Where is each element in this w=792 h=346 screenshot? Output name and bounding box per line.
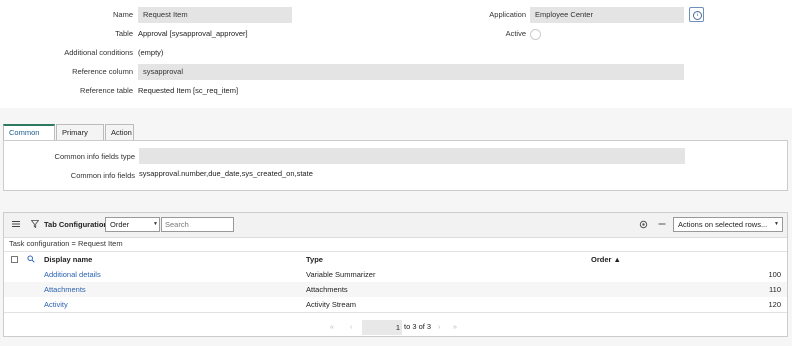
additional-conditions-value: (empty) [138, 48, 164, 57]
table-value: Approval [sysapproval_approver] [138, 29, 248, 38]
application-field[interactable]: Employee Center [530, 7, 684, 23]
row-order: 100 [768, 270, 781, 279]
column-header-order[interactable]: Order ▲ [591, 252, 621, 268]
search-input[interactable]: Search [161, 217, 234, 232]
active-label: Active [505, 29, 526, 38]
chevron-down-icon: ▼ [153, 221, 158, 227]
order-select[interactable]: Order ▼ [105, 217, 160, 232]
actions-select[interactable]: Actions on selected rows... ▼ [673, 217, 783, 232]
tab-common-info[interactable]: Common Info [3, 124, 55, 151]
common-info-fields-label: Common info fields [70, 171, 135, 180]
row-type: Attachments [306, 285, 348, 294]
reference-column-label: Reference column [72, 67, 133, 76]
common-info-fields-type-field[interactable] [139, 148, 685, 164]
list-title: Tab Configurations [44, 220, 113, 229]
active-toggle[interactable] [530, 29, 541, 40]
reference-table-label: Reference table [80, 86, 133, 95]
hamburger-icon[interactable] [12, 220, 20, 228]
table-row: Additional details Variable Summarizer 1… [4, 267, 787, 282]
search-icon[interactable] [27, 255, 35, 263]
page-range-text: to 3 of 3 [404, 322, 432, 331]
first-page-icon[interactable]: « [330, 323, 334, 333]
next-page-icon[interactable]: › [438, 323, 440, 333]
row-order: 110 [769, 285, 781, 294]
row-order: 120 [768, 300, 781, 309]
gear-icon[interactable] [639, 220, 648, 229]
table-row: Attachments Attachments 110 [4, 282, 787, 297]
reference-table-value: Requested Item [sc_req_item] [138, 86, 239, 95]
additional-conditions-label: Additional conditions [64, 48, 133, 57]
column-header-type[interactable]: Type [306, 252, 323, 268]
order-select-value: Order [110, 220, 130, 229]
reference-column-field[interactable]: sysapproval [138, 64, 684, 80]
minus-icon[interactable] [658, 220, 666, 228]
page-input[interactable]: 1 [362, 320, 402, 335]
common-info-fields-type-label: Common info fields type [54, 152, 135, 161]
actions-select-value: Actions on selected rows... [678, 220, 768, 229]
filter-icon[interactable] [31, 220, 39, 228]
row-display-name-link[interactable]: Activity [44, 297, 68, 312]
info-icon: i [693, 11, 702, 20]
common-info-panel: Common info fields type Common info fiel… [3, 140, 788, 191]
application-info-button[interactable]: i [689, 7, 704, 22]
name-field[interactable]: Request Item [138, 7, 292, 23]
column-header-display-name[interactable]: Display name [44, 252, 92, 268]
row-display-name-link[interactable]: Additional details [44, 267, 101, 282]
breadcrumb[interactable]: Task configuration = Request Item [9, 239, 123, 249]
select-all-checkbox[interactable] [11, 256, 18, 263]
list-header: Tab Configurations Order ▼ Search Action… [4, 213, 787, 238]
application-label: Application [489, 10, 526, 19]
table-row: Activity Activity Stream 120 [4, 297, 787, 313]
chevron-down-icon: ▼ [774, 221, 779, 227]
table-label: Table [115, 29, 133, 38]
row-display-name-link[interactable]: Attachments [44, 282, 86, 297]
name-label: Name [112, 10, 133, 19]
tab-primary-info[interactable]: Primary Info [56, 124, 104, 153]
previous-page-icon[interactable]: ‹ [350, 323, 352, 333]
tab-configurations-list: Tab Configurations Order ▼ Search Action… [3, 212, 788, 337]
row-type: Activity Stream [306, 300, 357, 309]
common-info-fields-value: sysapproval.number,due_date,sys_created_… [139, 169, 313, 178]
row-type: Variable Summarizer [306, 270, 376, 279]
tab-action[interactable]: Action [105, 124, 134, 140]
record-form: Name Request Item Application Employee C… [0, 0, 792, 108]
last-page-icon[interactable]: » [453, 323, 457, 333]
